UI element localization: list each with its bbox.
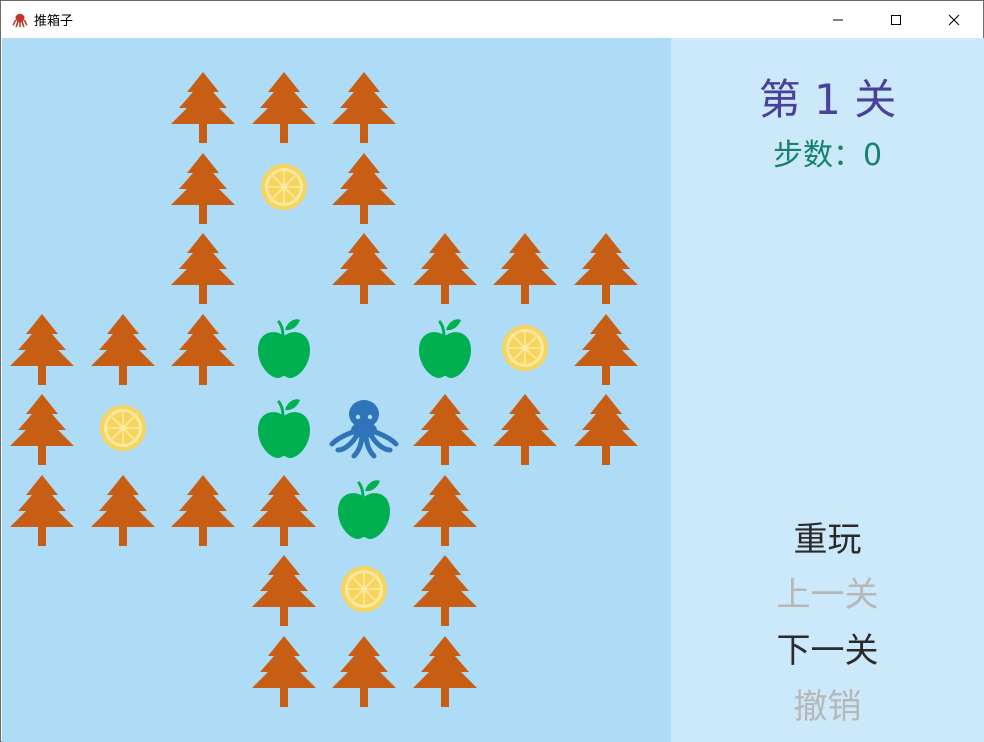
tree-wall-icon	[163, 469, 243, 549]
tree-wall-icon	[244, 469, 324, 549]
window-controls	[809, 1, 983, 38]
apple-box-icon	[244, 308, 324, 388]
apple-box-icon	[244, 388, 324, 468]
prev-level-button[interactable]: 上一关	[671, 567, 984, 616]
maximize-icon	[891, 14, 901, 25]
tree-wall-icon	[163, 66, 243, 146]
tree-wall-icon	[485, 388, 565, 468]
lemon-target-icon	[485, 308, 565, 388]
next-level-button[interactable]: 下一关	[671, 623, 984, 672]
tree-wall-icon	[244, 66, 324, 146]
minimize-icon	[833, 19, 843, 20]
close-icon	[948, 14, 960, 25]
tree-wall-icon	[244, 549, 324, 629]
tree-wall-icon	[405, 388, 485, 468]
tree-wall-icon	[566, 308, 646, 388]
lemon-target-icon	[324, 549, 404, 629]
replay-button[interactable]: 重玩	[671, 512, 984, 561]
minimize-button[interactable]	[809, 1, 867, 38]
tree-wall-icon	[324, 66, 404, 146]
apple-box-icon	[405, 308, 485, 388]
tree-wall-icon	[2, 308, 82, 388]
window-title: 推箱子	[34, 14, 74, 29]
tree-wall-icon	[485, 227, 565, 307]
tree-wall-icon	[244, 630, 324, 710]
tree-wall-icon	[324, 147, 404, 227]
maximize-button[interactable]	[867, 1, 925, 38]
tree-wall-icon	[83, 469, 163, 549]
tree-wall-icon	[83, 308, 163, 388]
lemon-target-icon	[83, 388, 163, 468]
step-counter: 步数：0	[772, 138, 883, 173]
tree-wall-icon	[566, 388, 646, 468]
tree-wall-icon	[405, 469, 485, 549]
tree-wall-icon	[163, 147, 243, 227]
game-window: 推箱子 第 1 关 步数：0 重玩 上一关 下一关 撤销	[0, 0, 984, 742]
tree-wall-icon	[405, 630, 485, 710]
game-board[interactable]	[2, 38, 671, 742]
octopus-player-icon[interactable]	[324, 388, 404, 468]
lemon-target-icon	[244, 147, 324, 227]
tree-wall-icon	[2, 388, 82, 468]
tree-wall-icon	[163, 227, 243, 307]
level-title: 第 1 关	[758, 75, 897, 124]
tree-wall-icon	[405, 227, 485, 307]
tree-wall-icon	[163, 308, 243, 388]
tree-wall-icon	[324, 630, 404, 710]
close-button[interactable]	[925, 1, 983, 38]
octopus-icon	[12, 12, 28, 28]
title-bar[interactable]: 推箱子	[1, 1, 983, 38]
apple-box-icon	[324, 469, 404, 549]
tree-wall-icon	[324, 227, 404, 307]
tree-wall-icon	[2, 469, 82, 549]
undo-button[interactable]: 撤销	[671, 679, 984, 728]
tree-wall-icon	[405, 549, 485, 629]
tree-wall-icon	[566, 227, 646, 307]
sidebar: 第 1 关 步数：0 重玩 上一关 下一关 撤销	[671, 38, 984, 742]
